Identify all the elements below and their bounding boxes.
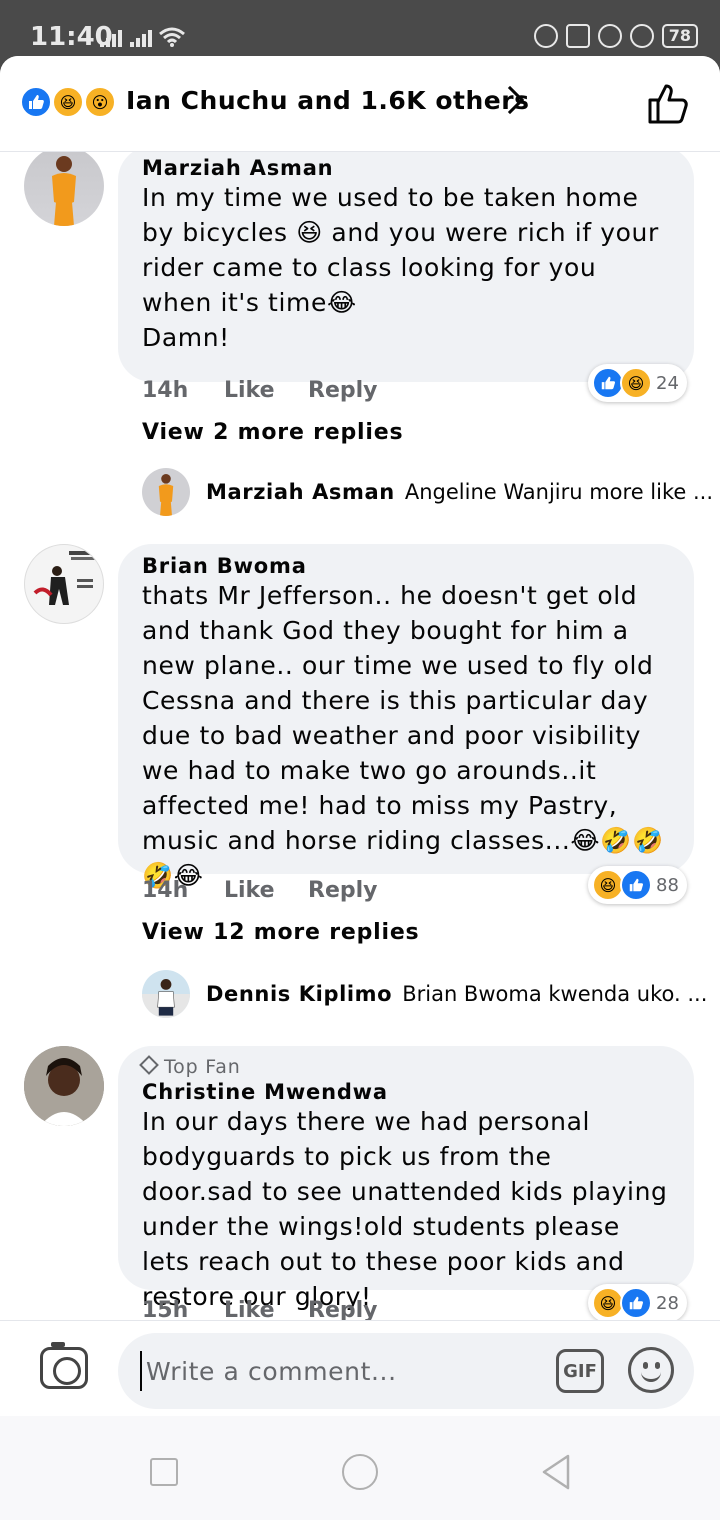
comments-sheet: 😆 😮 Ian Chuchu and 1.6K others Marziah A… [0,56,720,1520]
reply-snippet: Angeline Wanjiru more like ... [404,480,714,504]
view-more-replies-link[interactable]: View 12 more replies [142,920,419,945]
lock-rotation-icon [597,24,622,48]
view-more-replies-link[interactable]: View 2 more replies [142,420,403,445]
avatar[interactable] [24,544,104,624]
top-fan-badge: Top Fan [139,1055,670,1078]
like-post-button[interactable] [646,82,690,126]
avatar [142,970,190,1018]
comment-text: In my time we used to be taken home by b… [142,183,659,352]
signal-icon-2 [130,30,152,47]
battery-indicator: 78 [661,24,698,48]
wifi-icon [159,27,185,47]
reply-comment-button[interactable]: Reply [308,878,378,903]
comment-actions: 14h Like Reply [142,378,378,403]
signal-icon [100,30,122,47]
reply-comment-button[interactable]: Reply [308,1298,378,1320]
avatar-image [33,551,99,605]
comment-input-container[interactable]: GIF [118,1333,694,1409]
status-bar: 11:40 78 [0,0,720,62]
reply-preview[interactable]: Marziah Asman Angeline Wanjiru more like… [142,468,713,516]
reacted-by-label[interactable]: Ian Chuchu and 1.6K others [126,86,529,115]
reply-author[interactable]: Dennis Kiplimo [206,982,392,1006]
reactions-header[interactable]: 😆 😮 Ian Chuchu and 1.6K others [0,56,720,152]
comment-input[interactable] [140,1351,540,1391]
reply-author[interactable]: Marziah Asman [206,480,395,504]
comment-author[interactable]: Brian Bwoma [142,554,670,578]
comment-author[interactable]: Marziah Asman [142,156,670,180]
comment-actions: 14h Like Reply [142,878,378,903]
like-reaction-icon [620,869,652,901]
wow-reaction-icon: 😮 [84,86,116,118]
emoji-icon[interactable] [628,1347,674,1393]
comment-author[interactable]: Christine Mwendwa [142,1080,670,1104]
recent-apps-button[interactable] [150,1458,178,1486]
avatar-image [24,1046,104,1126]
reply-comment-button[interactable]: Reply [308,378,378,403]
system-navigation-bar [0,1416,720,1520]
reaction-count: 28 [656,1292,679,1314]
diamond-icon [139,1055,159,1075]
reaction-count: 24 [656,372,679,394]
comment-reactions[interactable]: 😆 28 [588,1284,687,1320]
avatar [142,468,190,516]
data-saver-icon [533,24,558,48]
comment-bubble[interactable]: Brian Bwoma thats Mr Jefferson.. he does… [118,544,694,890]
comment-text: In our days there we had personal bodygu… [142,1107,668,1311]
status-icons: 78 [533,24,698,48]
comment-bubble[interactable]: Marziah Asman In my time we used to be t… [118,152,694,382]
gif-button[interactable]: GIF [556,1349,604,1393]
like-comment-button[interactable]: Like [224,378,308,403]
like-comment-button[interactable]: Like [224,878,308,903]
alarm-icon [629,24,654,48]
comment-reactions[interactable]: 😆 24 [588,364,687,402]
like-reaction-icon [620,1287,652,1319]
haha-reaction-icon: 😆 [52,86,84,118]
comment-composer: GIF [0,1320,720,1416]
avatar[interactable] [24,1046,104,1126]
comment-bubble[interactable]: Top Fan Christine Mwendwa In our days th… [118,1046,694,1311]
comment-time: 15h [142,1298,189,1320]
like-reaction-icon [20,86,52,118]
avatar-image [52,156,76,226]
haha-reaction-icon: 😆 [620,367,652,399]
back-button[interactable] [540,1454,572,1490]
like-comment-button[interactable]: Like [224,1298,308,1320]
comment-time: 14h [142,878,189,903]
comment-reactions[interactable]: 😆 88 [588,866,687,904]
avatar[interactable] [24,152,104,226]
comment-actions: 15h Like Reply [142,1298,378,1320]
camera-icon[interactable] [40,1342,88,1389]
reaction-count: 88 [656,874,679,896]
comment-time: 14h [142,378,189,403]
reply-snippet: Brian Bwoma kwenda uko. ... [402,982,708,1006]
comment-text: thats Mr Jefferson.. he doesn't get old … [142,581,664,890]
vibrate-off-icon [565,24,590,48]
reply-preview[interactable]: Dennis Kiplimo Brian Bwoma kwenda uko. .… [142,970,707,1018]
comments-list[interactable]: Marziah Asman In my time we used to be t… [0,152,720,1320]
home-button[interactable] [342,1454,378,1490]
